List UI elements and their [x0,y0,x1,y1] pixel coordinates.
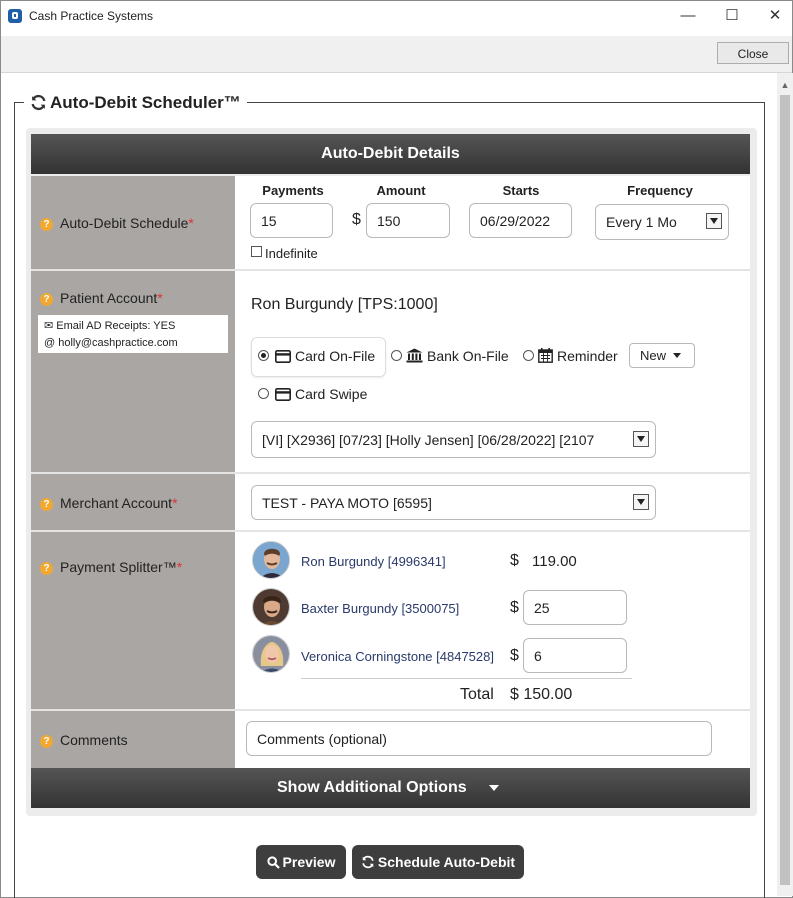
merchant-account-label: ? Merchant Account* [40,494,178,512]
payments-header: Payments [262,183,324,198]
indefinite-checkbox[interactable] [251,246,262,257]
scheduler-title-text: Auto-Debit Scheduler™ [50,93,241,112]
scrollbar-thumb[interactable] [780,95,790,885]
chevron-down-icon [706,213,722,229]
start-date-input[interactable]: 06/29/2022 [469,203,572,238]
chevron-down-icon [633,430,649,447]
email-address-line: @ holly@cashpractice.com [44,337,178,349]
refresh-icon [362,855,374,869]
additional-options-label: Show Additional Options [277,779,467,796]
splitter-member-name[interactable]: Ron Burgundy [4996341] [301,554,446,569]
frequency-header: Frequency [627,183,693,198]
card-on-file-select[interactable]: [VI] [X2936] [07/23] [Holly Jensen] [06/… [251,421,656,458]
merchant-account-value: TEST - PAYA MOTO [6595] [262,494,432,511]
schedule-auto-debit-button[interactable]: Schedule Auto-Debit [352,845,524,879]
radio-reminder[interactable] [523,350,534,361]
chevron-down-icon [633,493,649,510]
close-button[interactable]: Close [717,42,789,64]
radio-card-on-file[interactable] [258,350,269,361]
row-divider [31,530,750,532]
amount-header: Amount [376,183,426,198]
patient-account-label: ? Patient Account* [40,289,163,307]
amount-input[interactable]: 150 [366,203,450,238]
show-additional-options[interactable]: Show Additional Options [31,768,750,808]
maximize-button[interactable]: ☐ [710,3,754,29]
payment-splitter-label: ? Payment Splitter™* [40,558,182,576]
window-close-button[interactable]: ✕ [753,3,793,29]
title-bar: Cash Practice Systems — ☐ ✕ [1,1,792,31]
comments-label: ? Comments [40,731,128,749]
total-label: Total [460,686,494,703]
new-method-button[interactable]: New [629,343,695,368]
avatar [252,635,290,673]
details-header: Auto-Debit Details [31,134,750,174]
member-amount-fixed: 119.00 [532,553,577,570]
member-amount-input[interactable]: 6 [523,638,627,673]
bank-icon [406,348,423,363]
email-receipts-line: ✉ Email AD Receipts: YES [44,320,176,332]
member-currency: $ [510,599,519,616]
help-icon[interactable]: ? [40,293,53,306]
card-on-file-value: [VI] [X2936] [07/23] [Holly Jensen] [06/… [262,431,595,448]
help-icon[interactable]: ? [40,218,53,231]
indefinite-label: Indefinite [265,246,318,261]
toolbar [1,36,792,73]
member-amount-input[interactable]: 25 [523,590,627,625]
credit-card-icon [275,388,291,401]
radio-bank-on-file[interactable] [391,350,402,361]
amount-currency: $ [352,211,361,228]
minimize-button[interactable]: — [666,3,710,29]
scroll-up-icon[interactable]: ▲ [777,77,793,93]
preview-button[interactable]: Preview [256,845,346,879]
starts-header: Starts [502,183,540,198]
card-swipe-option[interactable]: Card Swipe [275,386,367,402]
reminder-option[interactable]: Reminder [538,348,618,364]
credit-card-icon [275,350,291,363]
help-icon[interactable]: ? [40,498,53,511]
comments-input[interactable]: Comments (optional) [246,721,712,756]
window-title: Cash Practice Systems [29,9,154,23]
caret-down-icon [489,785,499,791]
refresh-icon [31,94,46,111]
splitter-member-name[interactable]: Veronica Corningstone [4847528] [301,649,494,664]
merchant-account-select[interactable]: TEST - PAYA MOTO [6595] [251,485,656,520]
member-currency: $ [510,647,519,664]
card-on-file-option[interactable]: Card On-File [275,348,375,364]
frequency-value: Every 1 Mo [606,214,677,230]
avatar [252,541,290,579]
row-divider [31,709,750,711]
row-divider [31,472,750,474]
email-receipt-box: ✉ Email AD Receipts: YES @ holly@cashpra… [38,315,228,353]
avatar [252,588,290,626]
radio-card-swipe[interactable] [258,388,269,399]
total-value: $ 150.00 [510,686,573,703]
splitter-member-name[interactable]: Baxter Burgundy [3500075] [301,601,459,616]
help-icon[interactable]: ? [40,562,53,575]
calendar-icon [538,348,553,363]
total-divider [301,678,632,679]
caret-down-icon [673,353,681,358]
at-icon: @ [44,337,56,349]
bank-on-file-option[interactable]: Bank On-File [406,348,509,364]
app-logo-icon [8,9,22,23]
scheduler-title: Auto-Debit Scheduler™ [24,92,247,114]
row-divider [31,269,750,271]
payments-input[interactable]: 15 [250,203,333,238]
schedule-label: ? Auto-Debit Schedule* [40,214,194,232]
frequency-select[interactable]: Every 1 Mo [595,204,729,240]
envelope-icon: ✉ [44,320,54,332]
search-icon [266,856,280,869]
patient-name: Ron Burgundy [TPS:1000] [251,296,438,313]
help-icon[interactable]: ? [40,735,53,748]
member-currency: $ [510,552,519,569]
